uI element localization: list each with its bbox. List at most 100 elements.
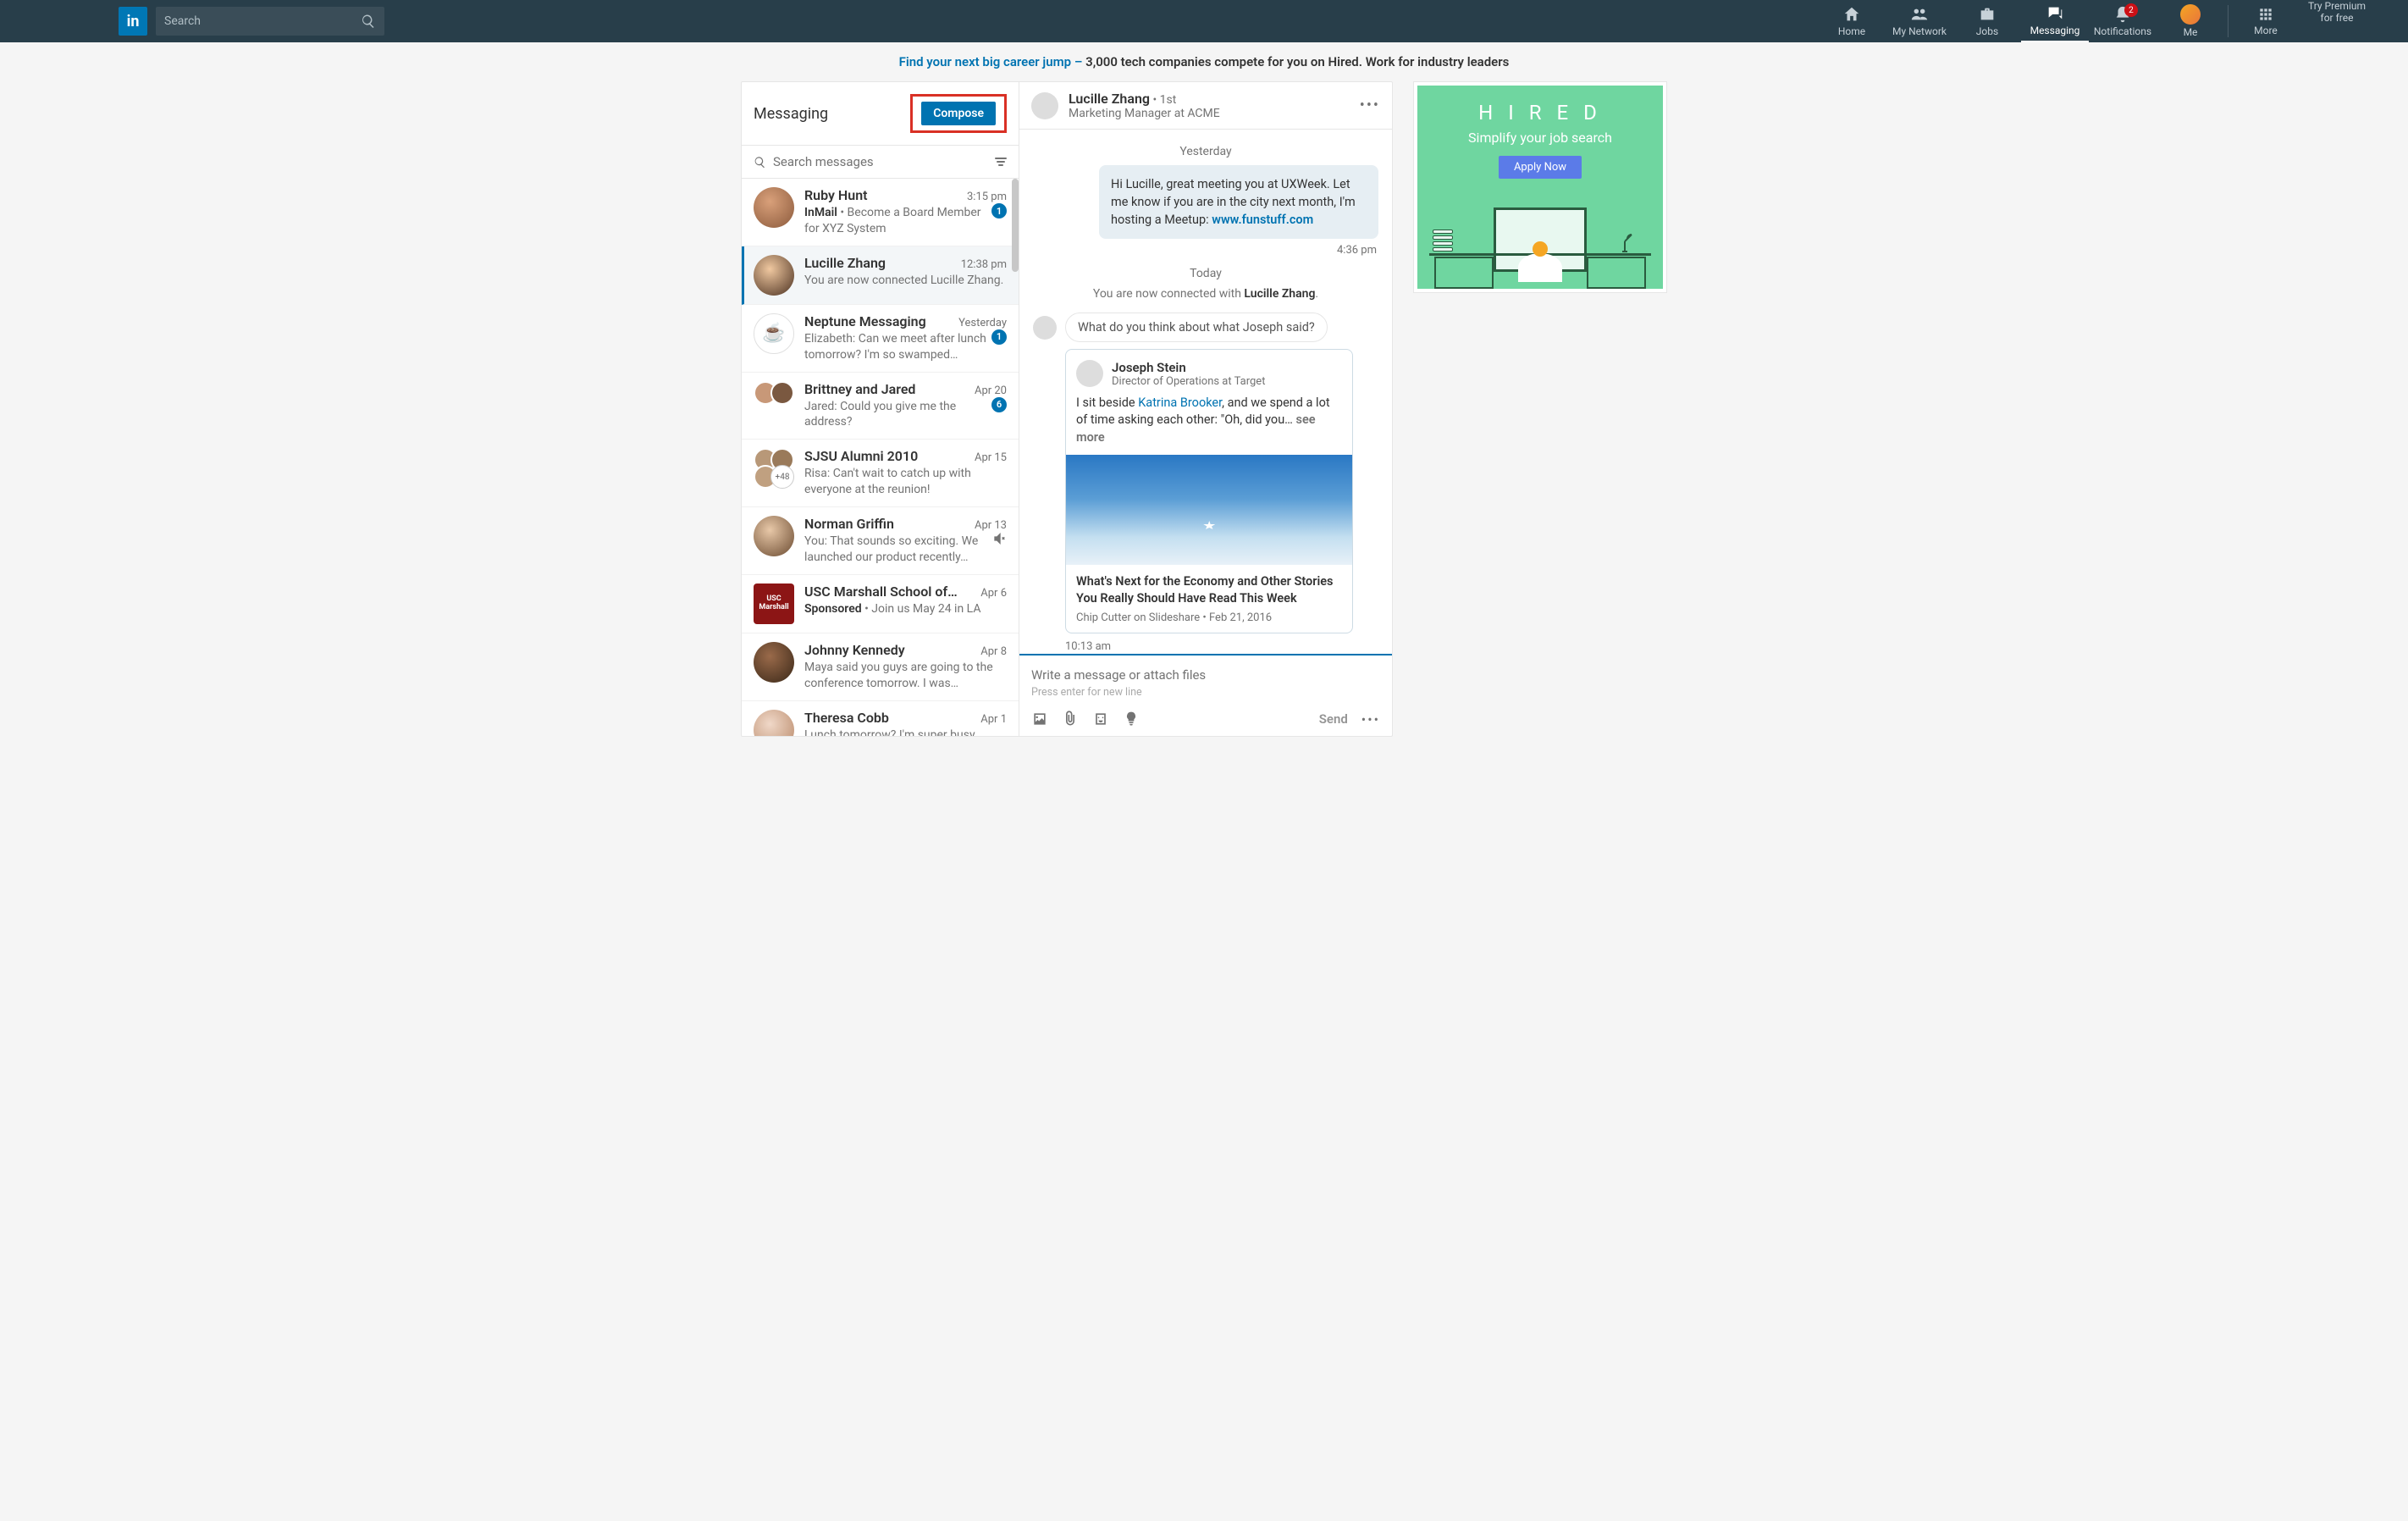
linkedin-logo[interactable]: in bbox=[119, 7, 147, 36]
global-header: in Home My Network Jobs Messaging 2 Noti… bbox=[0, 0, 2408, 42]
primary-nav: Home My Network Jobs Messaging 2 Notific… bbox=[1818, 0, 2374, 42]
notification-badge: 2 bbox=[2124, 3, 2138, 17]
nav-notifications-label: Notifications bbox=[2094, 25, 2151, 37]
card-header: Joseph Stein Director of Operations at T… bbox=[1066, 350, 1352, 388]
card-caption: What's Next for the Economy and Other St… bbox=[1066, 565, 1352, 633]
conversation-item[interactable]: Theresa Cobb Apr 1 Lunch tomorrow? I'm s… bbox=[742, 701, 1019, 736]
try-premium[interactable]: Try Premium for free bbox=[2300, 0, 2374, 42]
conversation-item[interactable]: ☕ Neptune Messaging Yesterday Elizabeth:… bbox=[742, 305, 1019, 373]
convo-preview: Lunch tomorrow? I'm super busy bbox=[804, 727, 1007, 736]
nav-home-label: Home bbox=[1838, 25, 1865, 37]
conversation-item[interactable]: Norman Griffin Apr 13 You: That sounds s… bbox=[742, 507, 1019, 575]
messaging-icon bbox=[2046, 4, 2064, 23]
convo-preview: You: That sounds so exciting. We launche… bbox=[804, 534, 993, 566]
search-input[interactable] bbox=[164, 14, 361, 28]
msg-text: What do you think about what Joseph said… bbox=[1065, 312, 1328, 342]
compose-toolbar: Send ••• bbox=[1019, 704, 1392, 736]
nav-jobs[interactable]: Jobs bbox=[1953, 0, 2021, 42]
promo-bar[interactable]: Find your next big career jump – 3,000 t… bbox=[0, 42, 2408, 81]
conversation-item[interactable]: Ruby Hunt 3:15 pm InMail • Become a Boar… bbox=[742, 179, 1019, 246]
global-search[interactable] bbox=[156, 7, 384, 36]
thread-contact-name[interactable]: Lucille Zhang bbox=[1069, 91, 1150, 107]
compose-highlight: Compose bbox=[910, 94, 1007, 133]
nav-messaging-label: Messaging bbox=[2030, 25, 2080, 36]
conversation-list-panel: Messaging Compose Ruby Hunt bbox=[742, 82, 1019, 736]
avatar bbox=[754, 516, 794, 556]
image-icon[interactable] bbox=[1031, 711, 1048, 727]
nav-me[interactable]: Me bbox=[2157, 0, 2224, 42]
nav-messaging[interactable]: Messaging bbox=[2021, 0, 2089, 42]
jobs-icon bbox=[1978, 5, 1997, 24]
convo-preview: Risa: Can't wait to catch up with everyo… bbox=[804, 466, 1007, 498]
ad-subtitle: Simplify your job search bbox=[1468, 130, 1612, 146]
msg-link[interactable]: www.funstuff.com bbox=[1212, 213, 1313, 227]
main-layout: Messaging Compose Ruby Hunt bbox=[0, 81, 2408, 737]
convo-preview: • Join us May 24 in LA bbox=[862, 602, 981, 616]
compose-button[interactable]: Compose bbox=[921, 102, 996, 125]
home-icon bbox=[1842, 5, 1861, 24]
search-icon bbox=[754, 156, 766, 169]
promo-link[interactable]: Find your next big career jump – bbox=[899, 54, 1083, 69]
ad-title: H I R E D bbox=[1478, 101, 1602, 124]
compose-placeholder: Write a message or attach files bbox=[1031, 667, 1380, 683]
thread-options-icon[interactable]: ••• bbox=[1360, 97, 1380, 114]
avatar-group bbox=[754, 381, 794, 422]
card-author-title: Director of Operations at Target bbox=[1112, 375, 1265, 388]
avatar bbox=[754, 642, 794, 683]
nav-notifications[interactable]: 2 Notifications bbox=[2089, 0, 2157, 42]
conversation-item[interactable]: +48 SJSU Alumni 2010 Apr 15 Risa: Can't … bbox=[742, 440, 1019, 507]
apps-icon bbox=[2257, 6, 2274, 23]
filter-icon[interactable] bbox=[995, 158, 1007, 166]
lightbulb-icon[interactable] bbox=[1123, 711, 1140, 727]
card-title: What's Next for the Economy and Other St… bbox=[1076, 573, 1342, 606]
connection-degree: • 1st bbox=[1150, 93, 1176, 107]
emoji-icon[interactable] bbox=[1092, 711, 1109, 727]
compose-textarea[interactable]: Write a message or attach files Press en… bbox=[1019, 655, 1392, 704]
avatar bbox=[754, 255, 794, 296]
ad-cta-button[interactable]: Apply Now bbox=[1499, 156, 1582, 179]
nav-divider bbox=[2228, 5, 2229, 37]
messaging-panel: Messaging Compose Ruby Hunt bbox=[741, 81, 1393, 737]
unread-badge: 6 bbox=[991, 397, 1007, 412]
search-messages-input[interactable] bbox=[773, 154, 995, 169]
convo-time: Yesterday bbox=[958, 317, 1007, 329]
card-link[interactable]: Katrina Brooker bbox=[1138, 395, 1222, 410]
nav-network[interactable]: My Network bbox=[1886, 0, 1953, 42]
compose-options-icon[interactable]: ••• bbox=[1361, 711, 1380, 727]
convo-preview: Maya said you guys are going to the conf… bbox=[804, 660, 1007, 692]
nav-me-label: Me bbox=[2184, 26, 2198, 38]
convo-name: SJSU Alumni 2010 bbox=[804, 448, 918, 464]
nav-more[interactable]: More bbox=[2232, 0, 2300, 42]
scrollbar-thumb[interactable] bbox=[1012, 179, 1019, 272]
attachment-icon[interactable] bbox=[1062, 711, 1079, 727]
system-message: You are now connected with Lucille Zhang… bbox=[1033, 287, 1378, 301]
avatar: USCMarshall bbox=[754, 584, 794, 624]
convo-name: Neptune Messaging bbox=[804, 313, 926, 329]
conversation-item[interactable]: Johnny Kennedy Apr 8 Maya said you guys … bbox=[742, 633, 1019, 701]
convo-name: USC Marshall School of… bbox=[804, 584, 958, 600]
muted-icon bbox=[993, 532, 1007, 545]
thread-body: Yesterday Hi Lucille, great meeting you … bbox=[1019, 130, 1392, 654]
compose-hint: Press enter for new line bbox=[1031, 686, 1380, 699]
shared-card[interactable]: Joseph Stein Director of Operations at T… bbox=[1065, 349, 1353, 633]
messaging-header: Messaging Compose bbox=[742, 82, 1019, 145]
convo-preview: You are now connected Lucille Zhang. bbox=[804, 273, 1007, 289]
conversation-item[interactable]: USCMarshall USC Marshall School of… Apr … bbox=[742, 575, 1019, 633]
premium-line1: Try Premium bbox=[2308, 0, 2366, 12]
ad-block[interactable]: H I R E D Simplify your job search Apply… bbox=[1413, 81, 1667, 293]
compose-area: Write a message or attach files Press en… bbox=[1019, 654, 1392, 736]
card-image bbox=[1066, 455, 1352, 565]
msg-avatar bbox=[1033, 316, 1057, 340]
card-author-name: Joseph Stein bbox=[1112, 360, 1265, 375]
premium-line2: for free bbox=[2308, 12, 2366, 24]
nav-home[interactable]: Home bbox=[1818, 0, 1886, 42]
nav-more-label: More bbox=[2254, 25, 2278, 36]
conversation-item[interactable]: Brittney and Jared Apr 20 Jared: Could y… bbox=[742, 373, 1019, 440]
avatar: ☕ bbox=[754, 313, 794, 354]
sidebar: H I R E D Simplify your job search Apply… bbox=[1413, 81, 1667, 737]
convo-preview-bold: Sponsored bbox=[804, 602, 862, 616]
convo-time: 3:15 pm bbox=[967, 191, 1007, 203]
thread-avatar[interactable] bbox=[1031, 92, 1058, 119]
send-button[interactable]: Send bbox=[1319, 711, 1348, 727]
conversation-item-selected[interactable]: Lucille Zhang 12:38 pm You are now conne… bbox=[742, 246, 1019, 305]
